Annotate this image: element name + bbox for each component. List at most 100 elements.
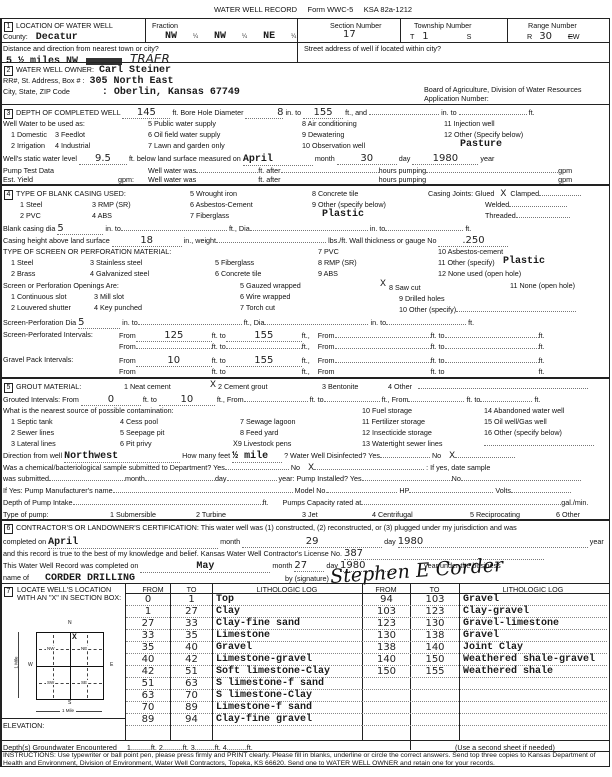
grout-option[interactable]: 3 Bentonite [322,382,358,391]
blank-field[interactable] [264,324,369,325]
log-log[interactable]: Clay-fine sand [216,618,362,629]
log-from[interactable]: 1 [126,606,170,617]
gravel-from-value[interactable]: 10 [135,355,212,367]
blank-field[interactable] [144,480,215,481]
log-log[interactable]: S limestone-Clay [216,690,362,701]
log-from[interactable]: 130 [363,630,410,641]
casing-option[interactable]: 4 ABS [92,211,112,220]
log-log[interactable]: Clay [216,606,362,617]
log-to[interactable]: 150 [411,654,459,665]
log-from[interactable]: 138 [363,642,410,653]
contamination-option[interactable]: 7 Sewage lagoon [240,417,296,426]
blank-field[interactable] [386,324,467,325]
perf-to-value[interactable]: 155 [225,330,302,342]
log-from[interactable]: 33 [126,630,170,641]
log-log[interactable]: Gravel [463,630,609,641]
log-log[interactable]: Weathered shale-gravel [463,654,609,665]
opening-option[interactable]: 4 Key punched [94,303,142,312]
log-to[interactable]: 155 [411,666,459,677]
measured-year[interactable]: 1980 [412,153,479,165]
blank-field[interactable] [456,311,577,312]
pump-option[interactable]: 1 Submersible [110,510,156,519]
grout-to-value[interactable]: 10 [158,394,215,406]
opening-option[interactable]: 7 Torch cut [240,303,275,312]
use-option[interactable]: 3 Feedlot [55,130,85,139]
pump-option[interactable]: 4 Centrifugal [372,510,413,519]
record-month[interactable]: May [140,561,271,573]
use-option[interactable]: 8 Air conditioning [302,119,357,128]
blank-field[interactable] [409,492,494,493]
blank-field[interactable] [455,457,516,458]
pump-option[interactable]: 3 Jet [302,510,318,519]
blank-field[interactable] [460,480,581,481]
log-log[interactable]: Gravel [463,594,609,605]
blank-field[interactable] [334,362,431,363]
blank-field[interactable] [361,480,452,481]
screen-option[interactable]: 8 RMP (SR) [318,258,357,267]
use-option[interactable]: 10 Observation well [302,141,365,150]
blank-field[interactable] [72,504,263,505]
depth-value[interactable]: 145 [122,107,171,119]
gauge-value[interactable]: .250 [438,235,509,247]
log-to[interactable]: 89 [171,702,212,713]
contamination-option[interactable]: 3 Lateral lines [11,439,56,448]
opening-option[interactable]: 5 Gauzed wrapped [240,281,301,290]
record-day[interactable]: 27 [294,560,325,572]
section-box[interactable]: NW NE SW SE X [36,632,104,700]
log-from[interactable]: 94 [363,594,410,605]
casing-other-value[interactable]: Plastic [322,209,364,220]
opening-option[interactable]: 11 None (open hole) [510,281,575,290]
contamination-option[interactable]: 15 Oil well/Gas well [484,417,547,426]
log-to[interactable]: 130 [411,618,459,629]
log-log[interactable]: Weathered shale [463,666,609,677]
screen-option[interactable]: 1 Steel [11,258,33,267]
opening-option[interactable]: 8 Saw cut [389,283,421,292]
section-number-value[interactable]: 17 [343,29,356,40]
log-log[interactable]: Limestone [216,630,362,641]
measured-day[interactable]: 30 [336,153,397,165]
blank-field[interactable] [480,401,533,402]
log-from[interactable]: 40 [126,654,170,665]
blank-field[interactable] [137,324,242,325]
use-option[interactable]: 7 Lawn and garden only [148,141,225,150]
blank-field[interactable] [385,230,464,231]
opening-option[interactable]: 2 Louvered shutter [11,303,71,312]
screen-option[interactable]: 4 Galvanized steel [90,269,149,278]
blank-field[interactable] [196,172,259,173]
log-to[interactable]: 94 [171,714,212,725]
log-log[interactable]: Limestone-gravel [216,654,362,665]
blank-field[interactable] [243,401,308,402]
casing-height-value[interactable]: 18 [111,235,182,247]
range-value[interactable]: 30 [539,31,552,42]
address-value[interactable]: 305 North East [90,76,174,87]
log-from[interactable]: 150 [363,666,410,677]
screen-dia-value[interactable]: 5 [78,317,121,329]
contamination-option[interactable]: 9 Livestock pens [238,439,292,448]
log-to[interactable]: 42 [171,654,212,665]
blank-field[interactable] [226,480,277,481]
screen-option[interactable]: 12 None used (open hole) [438,269,521,278]
nearest-town[interactable]: TRAER [130,52,170,66]
blank-field[interactable] [224,469,289,470]
contamination-option[interactable]: 4 Cess pool [120,417,158,426]
blank-field[interactable] [48,480,125,481]
grout-from-value[interactable]: 0 [80,394,141,406]
contamination-option[interactable]: 13 Watertight sewer lines [362,439,442,448]
use-option[interactable]: 2 Irrigation [11,141,45,150]
casing-option[interactable]: 7 Fiberglass [190,211,229,220]
log-log[interactable]: Limestone-f sand [216,702,362,713]
log-from[interactable]: 51 [126,678,170,689]
blank-field[interactable] [225,348,302,349]
completed-year[interactable]: 1980 [397,536,588,548]
contamination-option[interactable]: 14 Abandoned water well [484,406,564,415]
city-value[interactable]: : Oberlin, Kansas 67749 [102,87,240,98]
log-to[interactable]: 70 [171,690,212,701]
blank-field[interactable] [379,457,430,458]
pump-option[interactable]: 5 Reciprocating [470,510,520,519]
log-from[interactable]: 0 [126,594,170,605]
blank-field[interactable] [444,362,539,363]
saw-cut-mark[interactable]: X [380,279,386,290]
fraction-3[interactable]: NE [263,31,275,42]
log-to[interactable]: 35 [171,630,212,641]
log-from[interactable]: 89 [126,714,170,725]
